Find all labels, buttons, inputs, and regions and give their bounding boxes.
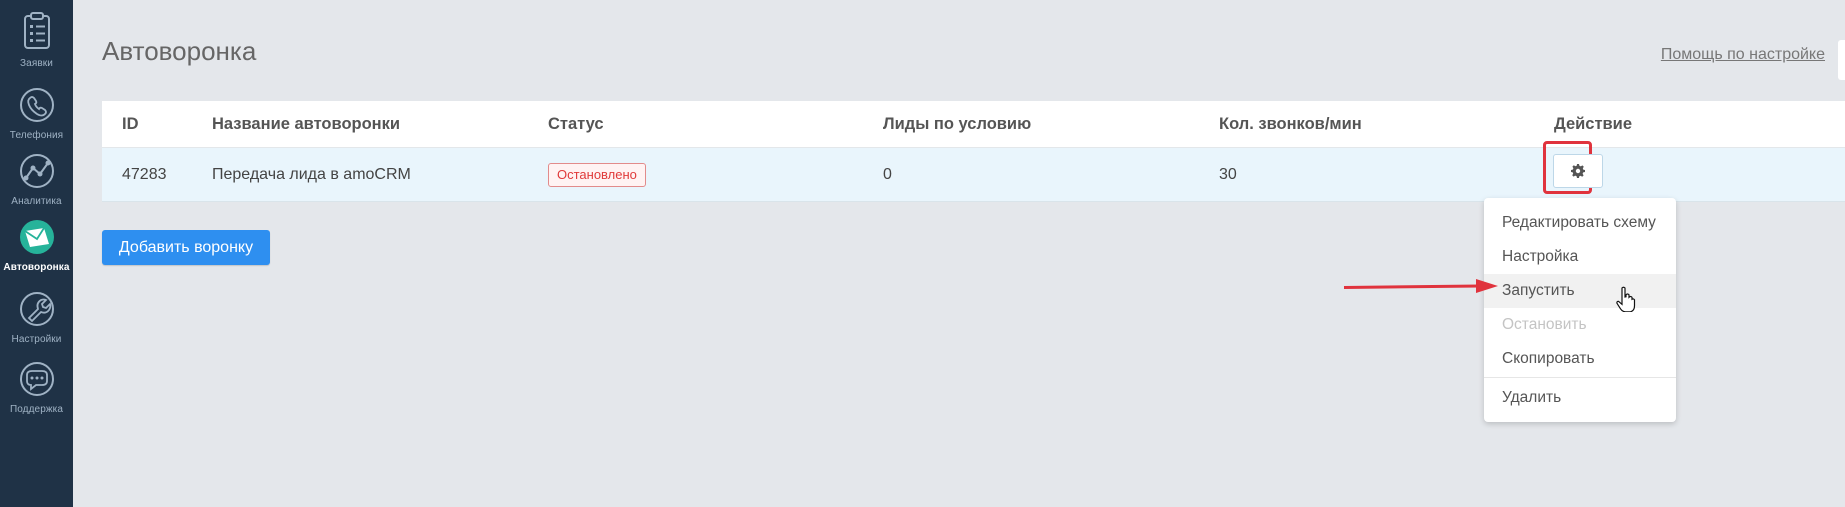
action-gear-button[interactable] bbox=[1553, 154, 1603, 188]
sidebar-item-settings[interactable]: Настройки bbox=[0, 290, 73, 345]
sidebar-item-label: Аналитика bbox=[11, 196, 62, 207]
sidebar-item-label: Заявки bbox=[20, 58, 53, 69]
action-dropdown-menu: Редактировать схему Настройка Запустить … bbox=[1484, 198, 1676, 422]
clipboard-icon bbox=[23, 12, 50, 49]
envelope-icon bbox=[19, 220, 54, 254]
annotation-arrow-icon bbox=[1343, 279, 1498, 293]
column-header-id: ID bbox=[122, 115, 139, 133]
menu-item-edit-scheme[interactable]: Редактировать схему bbox=[1484, 206, 1676, 240]
menu-item-settings[interactable]: Настройка bbox=[1484, 240, 1676, 274]
cell-leads: 0 bbox=[883, 166, 892, 183]
sidebar-item-label: Настройки bbox=[11, 334, 62, 345]
hand-cursor-icon bbox=[1616, 286, 1636, 312]
sidebar-item-support[interactable]: Поддержка bbox=[0, 362, 73, 415]
cell-calls: 30 bbox=[1219, 166, 1237, 183]
sidebar-item-label: Поддержка bbox=[9, 404, 64, 415]
sidebar-item-label: Телефония bbox=[9, 130, 64, 141]
cell-name: Передача лида в amoCRM bbox=[212, 166, 411, 183]
wrench-icon bbox=[19, 292, 54, 326]
column-header-leads: Лиды по условию bbox=[883, 115, 1032, 133]
menu-item-stop: Остановить bbox=[1502, 316, 1587, 333]
menu-divider bbox=[1484, 377, 1676, 378]
help-link[interactable]: Помощь по настройке bbox=[1661, 46, 1825, 64]
sidebar-item-telephony[interactable]: Телефония bbox=[0, 86, 73, 141]
page-title: Автоворонка bbox=[102, 36, 257, 66]
add-funnel-button[interactable]: Добавить воронку bbox=[102, 230, 270, 265]
right-edge-panel bbox=[1838, 40, 1845, 80]
cell-id: 47283 bbox=[122, 166, 167, 183]
sidebar-item-autofunnel[interactable]: Автоворонка bbox=[0, 220, 73, 273]
column-header-name: Название автоворонки bbox=[212, 115, 401, 133]
menu-item-copy[interactable]: Скопировать bbox=[1484, 342, 1676, 376]
sidebar-item-analytics[interactable]: Аналитика bbox=[0, 154, 73, 207]
column-header-calls: Кол. звонков/мин bbox=[1219, 115, 1362, 133]
gear-icon bbox=[1571, 164, 1585, 178]
sidebar: Заявки Телефония Аналитика Автоворонка Н… bbox=[0, 0, 73, 507]
sidebar-item-requests[interactable]: Заявки bbox=[0, 12, 73, 69]
chat-bubble-icon bbox=[19, 362, 54, 396]
cell-status: Остановлено bbox=[548, 148, 646, 201]
menu-item-delete[interactable]: Удалить bbox=[1484, 381, 1676, 415]
analytics-icon bbox=[19, 154, 54, 188]
sidebar-item-label: Автоворонка bbox=[3, 262, 70, 273]
column-header-status: Статус bbox=[548, 115, 604, 133]
status-badge: Остановлено bbox=[548, 162, 646, 187]
phone-icon bbox=[19, 88, 54, 122]
menu-item-start[interactable]: Запустить bbox=[1484, 274, 1676, 308]
